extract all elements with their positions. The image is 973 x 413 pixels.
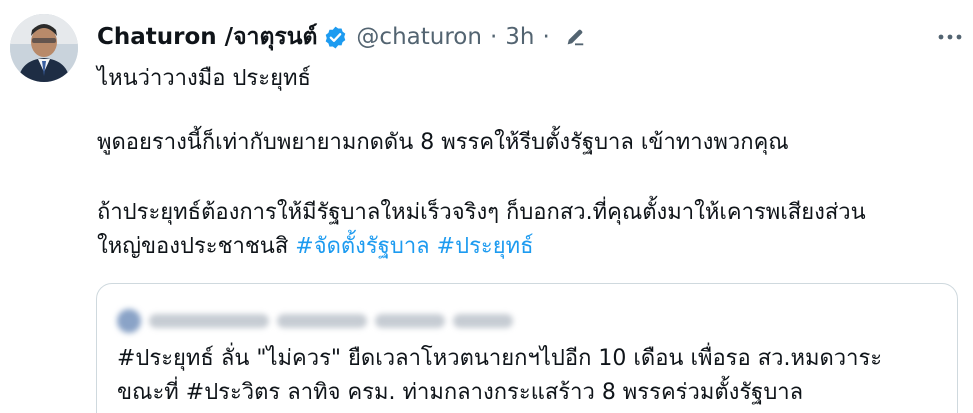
quoted-tweet-card[interactable]: #ประยุทธ์ ลั่น "ไม่ควร" ยืดเวลาโหวตนายกฯ… bbox=[96, 283, 958, 413]
hashtag-link-2[interactable]: #ประยุทธ์ bbox=[437, 234, 534, 259]
blurred-time bbox=[375, 314, 445, 328]
tweet-timestamp[interactable]: 3h bbox=[505, 24, 534, 50]
quoted-tweet-header-blurred bbox=[117, 308, 537, 334]
author-avatar[interactable] bbox=[10, 14, 78, 82]
separator-dot: · bbox=[489, 24, 498, 50]
blurred-extra bbox=[453, 314, 513, 328]
verified-badge-icon[interactable] bbox=[323, 25, 348, 50]
tweet-card[interactable]: Chaturon /จาตุรนต์ @chaturon · 3h · ไหนว… bbox=[0, 0, 973, 413]
quoted-text-line-1: #ประยุทธ์ ลั่น "ไม่ควร" ยืดเวลาโหวตนายกฯ… bbox=[117, 346, 883, 371]
hashtag-link-1[interactable]: #จัดตั้งรัฐบาล bbox=[295, 234, 429, 259]
tweet-text-line-2: พูดอยรางนี้ก็เท่ากับพยายามกดดัน 8 พรรคให… bbox=[97, 130, 789, 155]
blurred-name bbox=[149, 314, 269, 328]
quoted-author-avatar bbox=[117, 309, 141, 333]
separator-dot-2: · bbox=[542, 24, 550, 50]
edit-pencil-icon[interactable] bbox=[564, 26, 586, 48]
quoted-text-line-2: ขณะที่ #ประวิตร ลาทิจ ครม. ท่ามกลางกระแส… bbox=[117, 380, 804, 405]
avatar-photo bbox=[10, 14, 78, 82]
author-display-name[interactable]: Chaturon /จาตุรนต์ bbox=[97, 19, 317, 55]
tweet-text-line-4: ใหญ่ของประชาชนสิ #จัดตั้งรัฐบาล #ประยุทธ… bbox=[97, 230, 957, 264]
more-options-icon[interactable] bbox=[935, 22, 965, 52]
tweet-text-line-3: ถ้าประยุทธ์ต้องการให้มีรัฐบาลใหม่เร็วจริ… bbox=[97, 200, 866, 225]
tweet-text-line-1: ไหนว่าวางมือ ประยุทธ์ bbox=[97, 66, 311, 91]
tweet-header: Chaturon /จาตุรนต์ @chaturon · 3h · bbox=[97, 20, 586, 54]
tweet-text-line-4-text: ใหญ่ของประชาชนสิ bbox=[97, 234, 296, 259]
blurred-handle bbox=[277, 314, 367, 328]
author-handle[interactable]: @chaturon bbox=[356, 24, 482, 50]
